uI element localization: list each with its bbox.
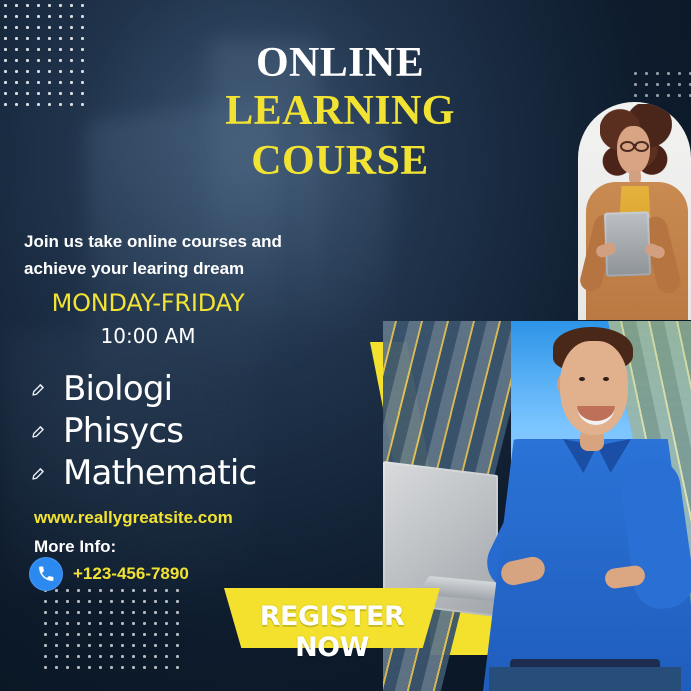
dot-pattern-top-left bbox=[0, 0, 88, 108]
intro-line-1: Join us take online courses and bbox=[24, 232, 282, 251]
schedule-days: MONDAY-FRIDAY bbox=[51, 289, 245, 317]
more-info-label: More Info: bbox=[34, 537, 117, 556]
intro-text: Join us take online courses and achieve … bbox=[24, 228, 324, 282]
pencil-icon bbox=[30, 464, 48, 482]
headline-line-online: ONLINE bbox=[255, 40, 425, 86]
website-link[interactable]: www.reallygreatsite.com bbox=[34, 506, 233, 530]
poster-headline: ONLINE LEARNING COURSE bbox=[220, 42, 460, 182]
schedule-time: 10:00 AM bbox=[100, 324, 196, 348]
woman-glasses-right bbox=[634, 141, 649, 152]
man-eye-right bbox=[603, 377, 609, 381]
man-jeans bbox=[489, 667, 681, 691]
phone-icon bbox=[29, 557, 63, 591]
pencil-icon bbox=[30, 422, 48, 440]
subject-label-phisycs: Phisycs bbox=[63, 411, 184, 451]
poster-canvas: ONLINE LEARNING COURSE Join us take onli… bbox=[0, 0, 691, 691]
headline-line-course: COURSE bbox=[251, 138, 429, 184]
phone-number[interactable]: +123-456-7890 bbox=[73, 562, 189, 586]
subject-list: Biologi Phisycs Mathematic bbox=[30, 368, 280, 494]
subject-label-biologi: Biologi bbox=[63, 369, 173, 409]
man-eye-left bbox=[579, 377, 585, 381]
subject-item-biologi: Biologi bbox=[30, 368, 280, 410]
subject-label-mathematic: Mathematic bbox=[63, 453, 257, 493]
register-button[interactable]: REGISTER NOW bbox=[224, 588, 440, 663]
subject-item-mathematic: Mathematic bbox=[30, 452, 280, 494]
headline-line-learning: LEARNING bbox=[225, 88, 455, 134]
phone-contact: +123-456-7890 bbox=[29, 557, 189, 591]
register-button-label: REGISTER NOW bbox=[259, 601, 405, 663]
dot-pattern-top-right bbox=[630, 68, 691, 102]
dot-pattern-bottom-left bbox=[40, 585, 180, 673]
woman-photo bbox=[578, 102, 691, 320]
woman-glasses-left bbox=[620, 141, 635, 152]
pencil-icon bbox=[30, 380, 48, 398]
schedule-block: MONDAY-FRIDAY 10:00 AM bbox=[48, 288, 248, 351]
subject-item-phisycs: Phisycs bbox=[30, 410, 280, 452]
intro-line-2: achieve your learing dream bbox=[24, 259, 245, 278]
